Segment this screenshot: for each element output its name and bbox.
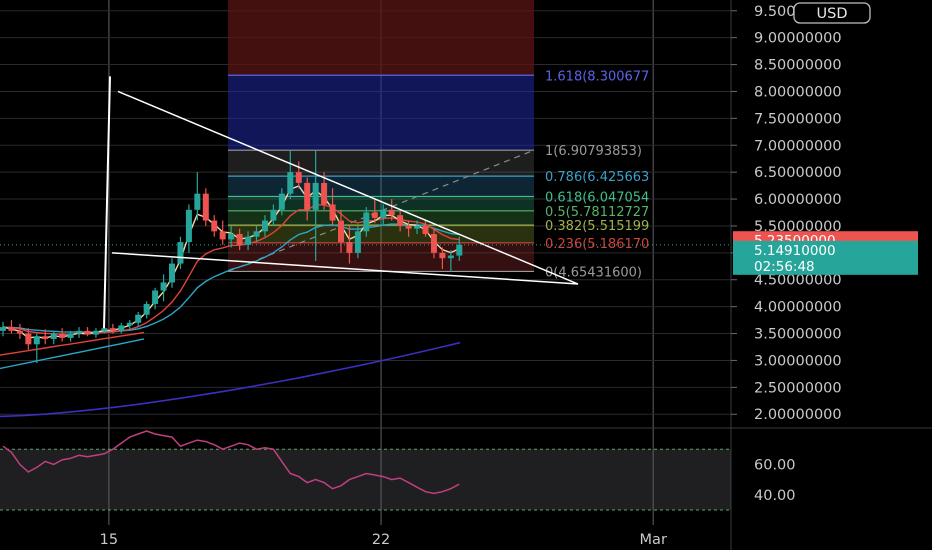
candle-body xyxy=(33,336,40,345)
fib-zone xyxy=(228,225,534,243)
candle-body xyxy=(245,236,252,245)
candle-body xyxy=(92,330,99,335)
price-tick-label: 3.00000000 xyxy=(754,353,842,369)
candle-body xyxy=(439,252,446,259)
price-tick-label: 7.50000000 xyxy=(754,111,842,127)
candle-body xyxy=(160,282,167,291)
candle-body xyxy=(0,327,6,331)
candle-body xyxy=(169,263,175,283)
candle-body xyxy=(185,209,192,243)
price-tick-label: 8.50000000 xyxy=(754,58,842,74)
candle-body xyxy=(414,225,421,229)
price-tick-label: 2.50000000 xyxy=(754,380,842,396)
candle-body xyxy=(329,204,336,221)
fib-level-label: 0(4.65431600) xyxy=(545,265,642,280)
candle-body xyxy=(202,193,209,221)
fib-level-label: 0.382(5.515199 xyxy=(545,219,649,234)
candle-body xyxy=(76,330,83,334)
fib-zone xyxy=(228,176,534,197)
candle-body xyxy=(25,333,32,345)
time-tick-label: 22 xyxy=(372,532,390,548)
candle-body xyxy=(228,234,235,240)
rsi-band xyxy=(0,449,731,510)
candle-body xyxy=(16,330,23,334)
candle-body xyxy=(312,182,319,210)
fib-level-label: 1(6.90793853) xyxy=(545,144,642,159)
candle-body xyxy=(84,330,91,335)
candle-body xyxy=(219,231,226,240)
price-tick-label: 8.00000000 xyxy=(754,84,842,100)
rsi-tick-label: 60.00 xyxy=(754,457,796,473)
time-tick-label: 15 xyxy=(100,532,118,548)
fib-zone xyxy=(228,150,534,177)
badge-countdown-label: 02:56:48 xyxy=(754,259,815,275)
candle-body xyxy=(118,325,125,331)
candle-body xyxy=(109,328,116,331)
candle-body xyxy=(346,242,353,253)
candle-body xyxy=(338,220,344,243)
candle-body xyxy=(135,314,142,323)
candle-body xyxy=(397,215,404,226)
candle-body xyxy=(126,322,133,326)
fib-zone xyxy=(228,0,534,76)
fib-zone xyxy=(228,75,534,151)
candle-body xyxy=(405,225,412,229)
time-tick-label: Mar xyxy=(640,532,667,548)
candle-body xyxy=(194,193,201,210)
currency-button[interactable]: USD xyxy=(793,2,871,24)
currency-label: USD xyxy=(817,6,848,22)
badge-bid-price-label: 5.14910000 xyxy=(754,243,836,259)
fib-level-label: 0.618(6.047054 xyxy=(545,191,649,206)
candle-body xyxy=(42,336,49,339)
candle-body xyxy=(295,172,302,183)
candle-body xyxy=(354,231,361,253)
candle-body xyxy=(380,209,387,218)
candle-body xyxy=(143,303,150,315)
candle-body xyxy=(430,234,437,253)
fib-level-label: 0.5(5.78112727 xyxy=(545,205,649,220)
candle-body xyxy=(261,220,268,232)
candle-body xyxy=(253,231,260,237)
fib-level-label: 1.618(8.300677 xyxy=(545,69,649,84)
price-chart[interactable]: 1.618(8.300677 1(6.90793853) 0.786(6.42566… xyxy=(0,0,932,550)
candle-body xyxy=(211,220,218,232)
candle-body xyxy=(270,209,277,221)
candle-body xyxy=(447,255,454,259)
rsi-tick-label: 40.00 xyxy=(754,488,796,504)
price-tick-label: 2.00000000 xyxy=(754,407,842,423)
candle-body xyxy=(152,290,159,304)
candle-body xyxy=(456,244,463,256)
candle-body xyxy=(304,182,311,210)
candle-body xyxy=(422,225,429,235)
candle-body xyxy=(8,327,15,331)
candle-body xyxy=(363,212,370,232)
price-tick-label: 9.00000000 xyxy=(754,31,842,47)
candle-body xyxy=(50,333,57,339)
price-tick-label: 4.50000000 xyxy=(754,273,842,289)
price-badges: 5.235000005.1491000002:56:48 xyxy=(733,231,918,275)
candle-body xyxy=(371,212,378,218)
fib-level-label: 0.786(6.425663 xyxy=(545,170,649,185)
candle-body xyxy=(236,234,243,245)
price-tick-label: 4.00000000 xyxy=(754,300,842,316)
candle-body xyxy=(278,193,285,210)
candle-body xyxy=(59,333,66,338)
price-tick-label: 3.50000000 xyxy=(754,327,842,343)
candle-body xyxy=(388,209,395,216)
candle-body xyxy=(321,182,328,205)
candle-body xyxy=(287,172,294,194)
price-tick-label: 7.00000000 xyxy=(754,138,842,154)
candle-body xyxy=(67,333,74,338)
price-tick-label: 6.50000000 xyxy=(754,165,842,181)
price-tick-label: 6.00000000 xyxy=(754,192,842,208)
candle-body xyxy=(101,328,108,331)
